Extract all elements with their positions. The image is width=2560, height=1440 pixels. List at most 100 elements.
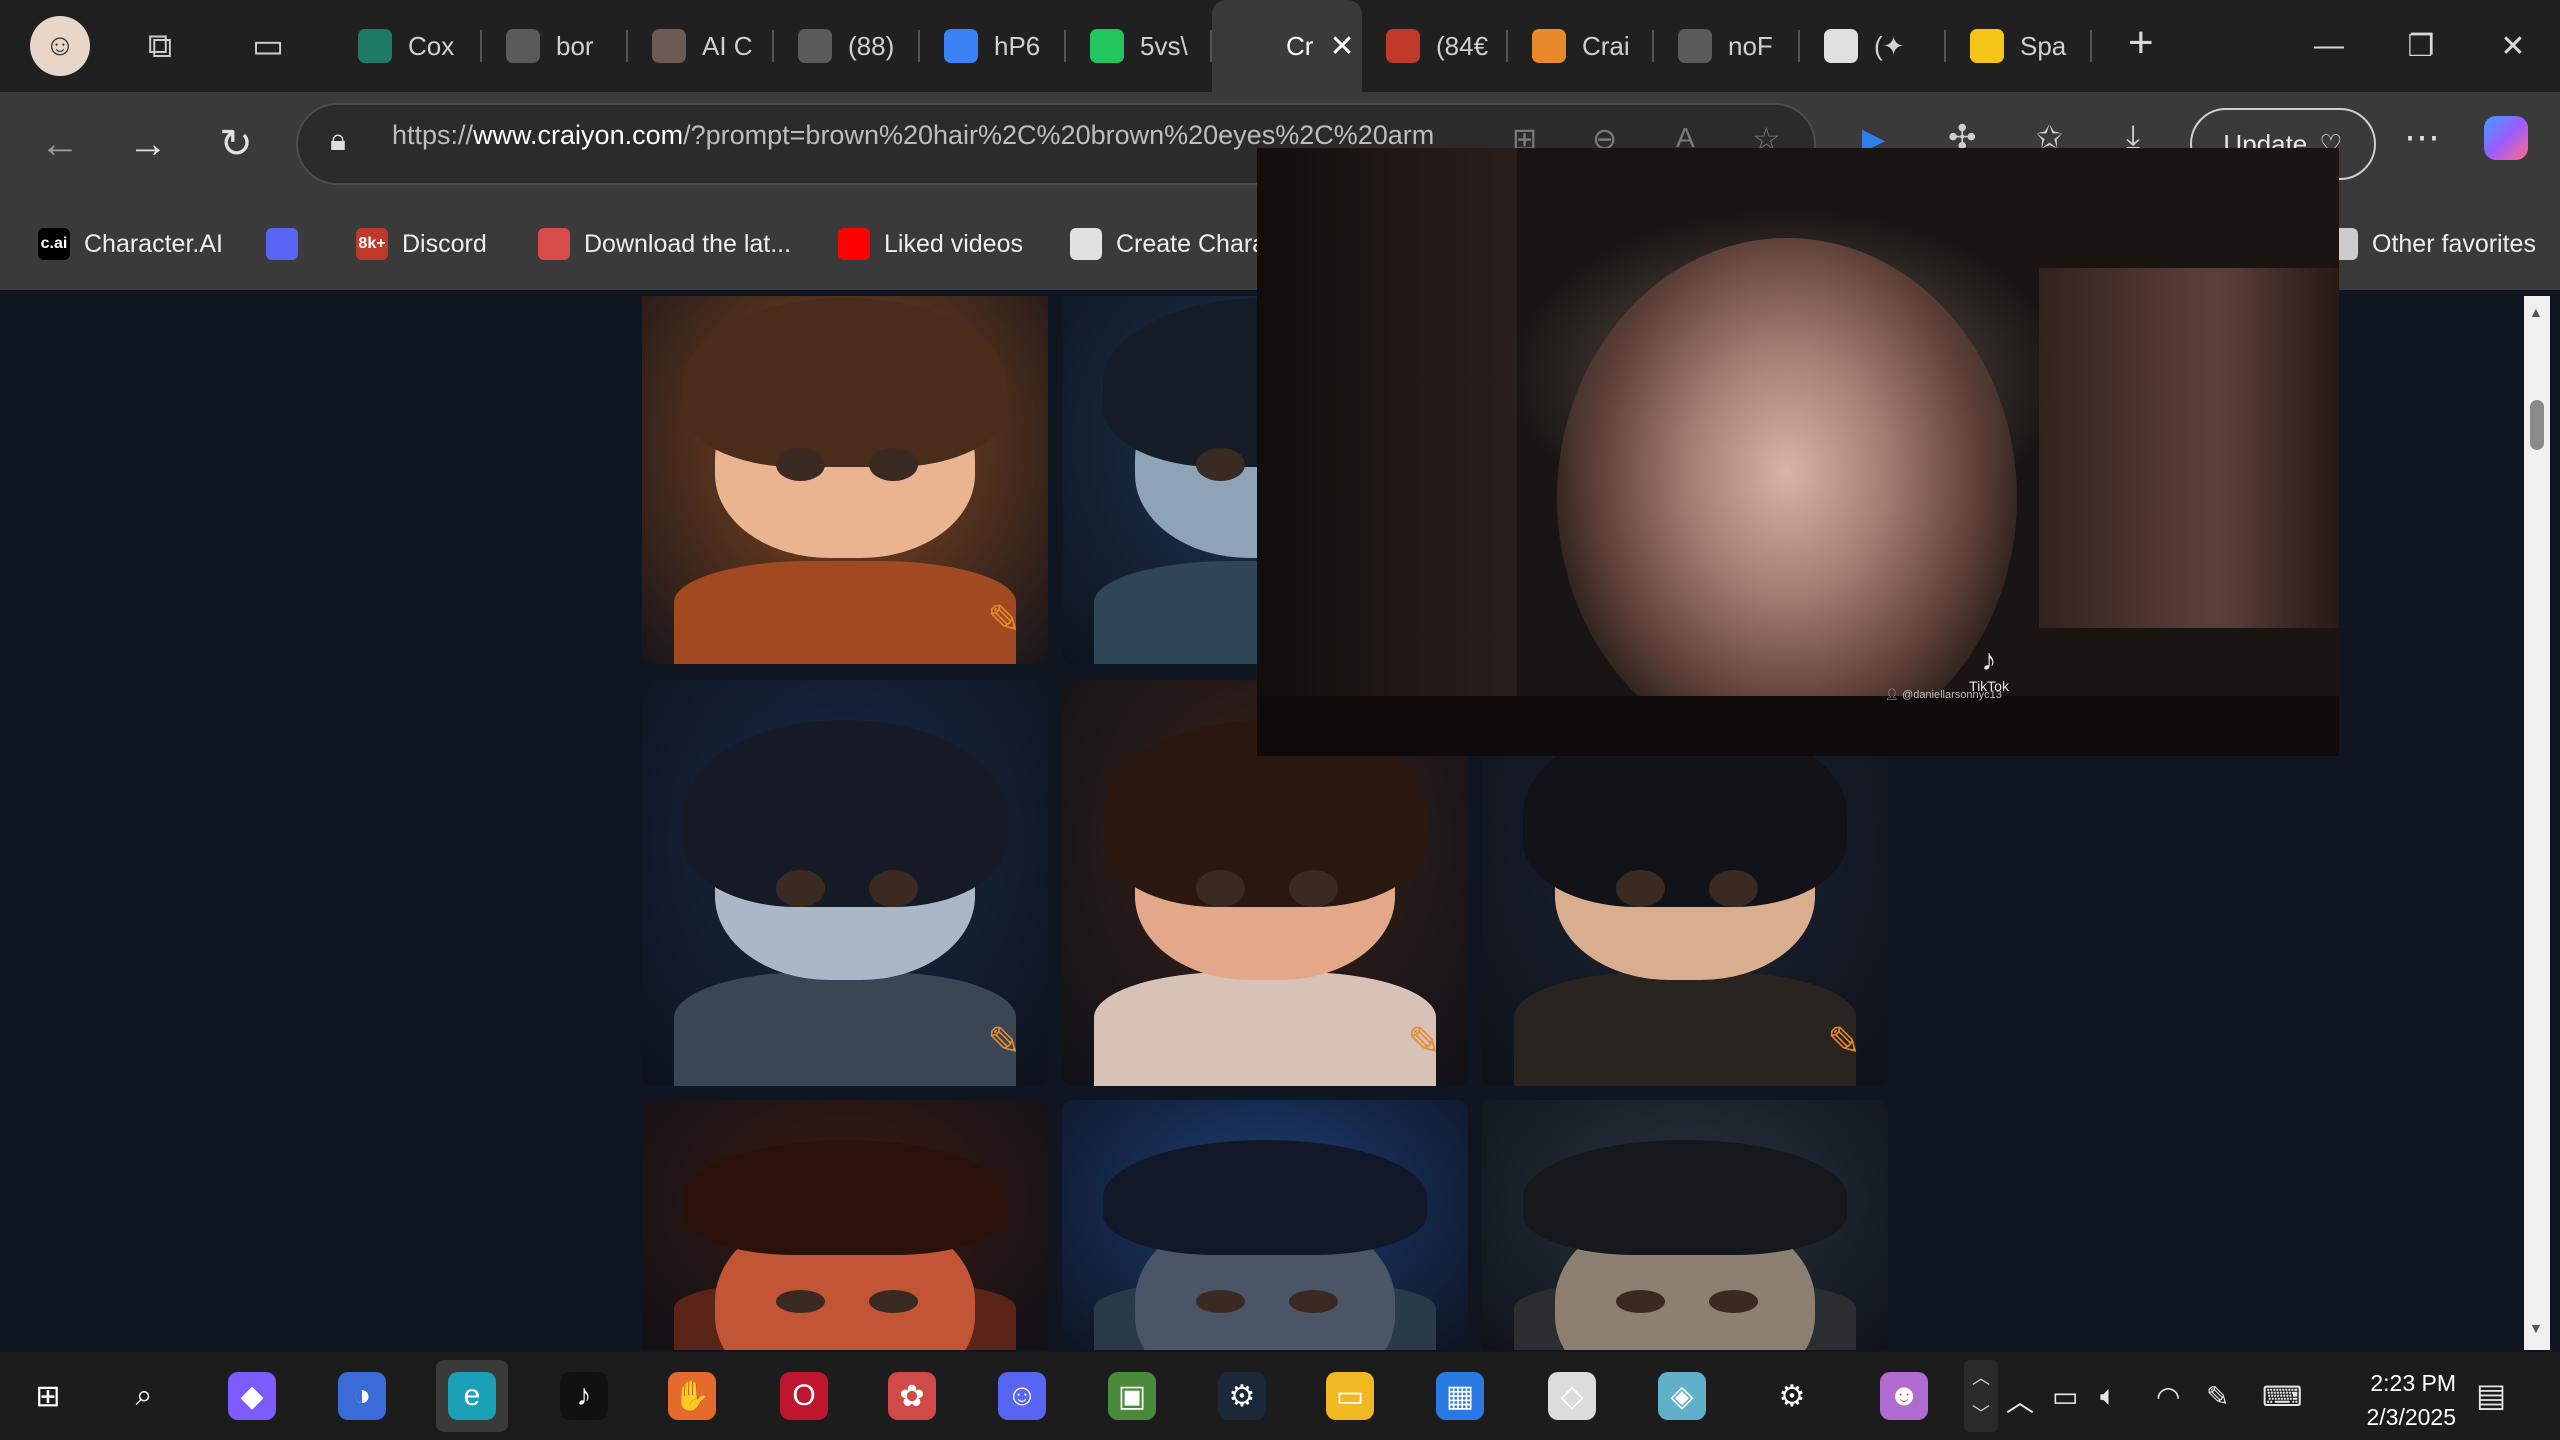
back-arrow-icon[interactable]: ←	[20, 104, 100, 184]
bookmark-favicon: c.ai	[38, 228, 70, 260]
tab-6[interactable]: Cr ✕	[1212, 0, 1362, 92]
search-button[interactable]: ⌕	[108, 1360, 180, 1432]
close-window-button[interactable]: ✕	[2468, 0, 2558, 92]
character-hair	[1522, 1140, 1848, 1255]
minecraft-app[interactable]: ▣	[1096, 1360, 1168, 1432]
tiktok-icon: ♪	[560, 1372, 608, 1420]
volume-icon[interactable]: 🔈︎	[2100, 1380, 2117, 1413]
floating-video-player[interactable]: ♪ TikTok 👤︎ @daniellarsonnyc13	[1257, 148, 2339, 756]
forward-arrow-icon[interactable]: →	[108, 104, 188, 184]
character-eye	[1615, 870, 1665, 907]
roblox-app[interactable]: ◇	[1536, 1360, 1608, 1432]
new-tab-button[interactable]: +	[2128, 18, 2154, 68]
scroll-down-icon[interactable]: ▼	[2529, 1320, 2543, 1336]
tab-11[interactable]: Spa	[1946, 8, 2092, 84]
bookmark-4[interactable]: Liked videos	[838, 222, 1023, 266]
scroll-up-icon[interactable]: ▲	[2529, 304, 2543, 320]
openai-icon	[1070, 228, 1102, 260]
tab-10[interactable]: (✦	[1800, 8, 1946, 84]
edit-pencil-icon[interactable]: ✎	[982, 1020, 1026, 1064]
bookmark-5[interactable]: Create Charac	[1070, 222, 1279, 266]
show-hidden-icons-icon[interactable]: ︿	[2006, 1380, 2034, 1420]
bookmark-2[interactable]: 8k+ Discord	[356, 222, 487, 266]
scrollbar[interactable]	[2524, 296, 2550, 1350]
copilot-icon[interactable]	[2484, 116, 2528, 160]
clock[interactable]: 2:23 PM 2/3/2025	[2336, 1366, 2456, 1434]
generated-image[interactable]: ✎	[642, 680, 1048, 1086]
lock-icon[interactable]: 🔒︎	[330, 124, 346, 158]
tab-label: Crai	[1582, 30, 1630, 61]
tab-8[interactable]: Crai	[1508, 8, 1654, 84]
opera-app[interactable]: O	[768, 1360, 840, 1432]
video-frame-right	[2039, 268, 2339, 628]
tab-label: AI C	[702, 30, 753, 61]
tab-3[interactable]: (88)	[774, 8, 920, 84]
edit-pencil-icon[interactable]: ✎	[1402, 1020, 1446, 1064]
ball-app[interactable]: ◑	[326, 1360, 398, 1432]
generated-image[interactable]: ✎	[642, 296, 1048, 664]
bookmark-3[interactable]: Download the lat...	[538, 222, 791, 266]
ball-icon: ◑	[338, 1372, 386, 1420]
more-menu-icon[interactable]: ⋯	[2404, 116, 2440, 158]
generated-image[interactable]	[1482, 1100, 1888, 1350]
cube-app[interactable]: ◈	[1646, 1360, 1718, 1432]
roblox-icon	[1824, 29, 1858, 63]
start-button[interactable]: ⊞	[12, 1360, 84, 1432]
minimize-button[interactable]: —	[2284, 0, 2374, 92]
bookmark-label: Create Charac	[1116, 229, 1279, 258]
copilot-app[interactable]: ◆	[216, 1360, 288, 1432]
explorer-app[interactable]: ▭	[1314, 1360, 1386, 1432]
bookmark-favicon: 8k+	[356, 228, 388, 260]
video-frame-left	[1257, 148, 1517, 756]
tab-label: noF	[1728, 30, 1773, 61]
bookmark-6[interactable]: Other favorites	[2326, 222, 2536, 266]
bookmark-label: Liked videos	[884, 229, 1023, 258]
battery-icon[interactable]: ▭	[2052, 1380, 2078, 1413]
edge-app[interactable]: e	[436, 1360, 508, 1432]
tab-label: (✦	[1874, 30, 1905, 61]
store-app[interactable]: ▦	[1424, 1360, 1496, 1432]
generated-image[interactable]	[1062, 1100, 1468, 1350]
steam-app[interactable]: ⚙	[1206, 1360, 1278, 1432]
close-tab-icon[interactable]: ✕	[1329, 29, 1354, 64]
scrollbar-thumb[interactable]	[2530, 400, 2544, 450]
youtube-icon	[838, 228, 870, 260]
tab-4[interactable]: hP6	[920, 8, 1066, 84]
tab-1[interactable]: bor	[482, 8, 628, 84]
avatar-icon: ☻	[1880, 1372, 1928, 1420]
avatar-app[interactable]: ☻	[1868, 1360, 1940, 1432]
hand-icon: ✋	[668, 1372, 716, 1420]
settings-app[interactable]: ⚙	[1756, 1360, 1828, 1432]
tab-7[interactable]: (84€	[1362, 8, 1508, 84]
pen-icon[interactable]: ✎	[2206, 1380, 2229, 1413]
bookmark-1[interactable]	[266, 222, 298, 266]
tab-5[interactable]: 5vs\	[1066, 8, 1212, 84]
refresh-icon[interactable]: ↻	[196, 104, 276, 184]
url-text[interactable]: https://www.craiyon.com/?prompt=brown%20…	[392, 120, 1472, 151]
edit-pencil-icon[interactable]: ✎	[982, 598, 1026, 642]
taskbar-scroll-icon[interactable]: ︿ ﹀	[1964, 1360, 1998, 1432]
keyboard-icon[interactable]: ⌨	[2262, 1380, 2302, 1413]
paint-app[interactable]: ✿	[876, 1360, 948, 1432]
tab-0[interactable]: Cox	[334, 8, 482, 84]
workspaces-icon[interactable]: ⧉	[130, 16, 190, 76]
profile-avatar[interactable]: ☺	[30, 16, 90, 76]
tab-2[interactable]: AI C	[628, 8, 774, 84]
video-frame-face	[1557, 238, 2017, 756]
tiktok-app[interactable]: ♪	[548, 1360, 620, 1432]
discord-app[interactable]: ☺	[986, 1360, 1058, 1432]
bookmark-0[interactable]: c.ai Character.AI	[38, 222, 223, 266]
restore-button[interactable]: ❐	[2376, 0, 2466, 92]
character-eye	[1709, 1290, 1759, 1313]
wifi-icon[interactable]: ◠	[2156, 1380, 2180, 1413]
cube-icon: ◈	[1658, 1372, 1706, 1420]
store-icon: ▦	[1436, 1372, 1484, 1420]
generated-image[interactable]	[642, 1100, 1048, 1350]
tiktok-watermark: ♪ TikTok	[1949, 644, 2029, 694]
edit-pencil-icon[interactable]: ✎	[1822, 1020, 1866, 1064]
notifications-icon[interactable]: ▤	[2476, 1376, 2506, 1414]
hand-app[interactable]: ✋	[656, 1360, 728, 1432]
character-eye	[869, 448, 919, 482]
vertical-tabs-icon[interactable]: ▭	[238, 16, 298, 76]
tab-9[interactable]: noF	[1654, 8, 1800, 84]
